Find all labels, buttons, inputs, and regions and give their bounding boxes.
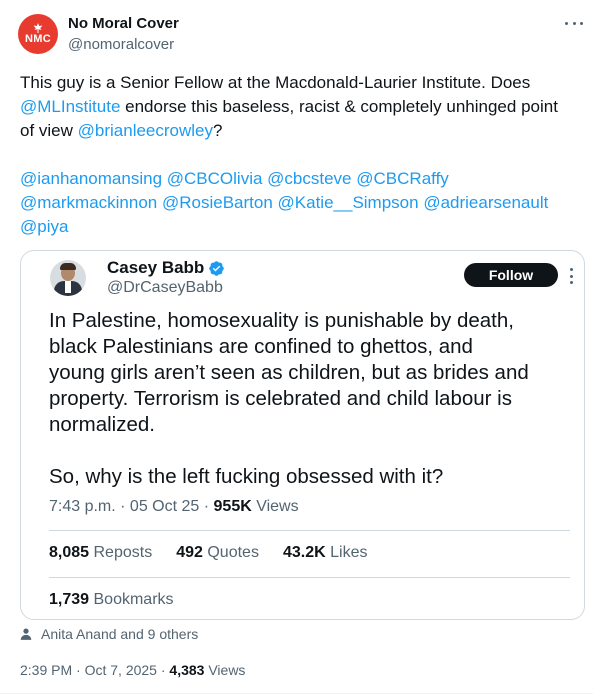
tweet-text: This guy is a Senior Fellow at the Macdo… [20, 71, 585, 239]
divider [49, 530, 570, 531]
post-views-label: Views [204, 662, 246, 678]
author-avatar[interactable]: NMC [18, 14, 58, 54]
quoted-tweet-card[interactable]: Casey Babb @DrCaseyBabb Follow In Palest… [20, 250, 585, 620]
quoted-author-handle[interactable]: @DrCaseyBabb [107, 279, 223, 297]
author-handle[interactable]: @nomoralcover [68, 36, 174, 53]
tweet-line-1: This guy is a Senior Fellow at the Macdo… [20, 73, 531, 92]
avatar-text: NMC [25, 33, 51, 45]
quoted-name-row: Casey Babb [107, 258, 225, 278]
likes-count: 43.2K [282, 544, 326, 561]
quoted-time-text: 7:43 p.m. · 05 Oct 25 · [49, 498, 214, 515]
quoted-author-avatar[interactable] [50, 260, 86, 296]
bookmarks-count: 1,739 [49, 591, 90, 608]
likes-label: Likes [330, 544, 368, 561]
mentions-line-3: @piya [20, 215, 585, 239]
quotes-count: 492 [176, 544, 203, 561]
quotes-label: Quotes [207, 544, 259, 561]
likes-stat[interactable]: 43.2K Likes [283, 544, 368, 562]
mention-link[interactable]: @CBCRaffy [356, 169, 449, 188]
quoted-views-count: 955K [213, 498, 252, 515]
divider [0, 693, 593, 694]
quoted-views-label: Views [251, 498, 299, 515]
author-name[interactable]: No Moral Cover [68, 15, 179, 32]
mention-link[interactable]: @brianleecrowley [78, 121, 213, 140]
tweet-line-2-text: endorse this baseless, racist & complete… [120, 97, 558, 116]
liked-by-row[interactable]: Anita Anand and 9 others [19, 626, 198, 642]
quoted-closing-line: So, why is the left fucking obsessed wit… [49, 465, 444, 488]
more-vertical-icon[interactable] [570, 268, 574, 284]
quoted-line: property. Terrorism is celebrated and ch… [49, 387, 512, 410]
post-timestamp[interactable]: 2:39 PM · Oct 7, 2025 · 4,383 Views [20, 662, 245, 678]
reposts-label: Reposts [93, 544, 153, 561]
mention-link[interactable]: @ianhanomansing [20, 169, 162, 188]
person-icon [20, 628, 32, 640]
quoted-line: In Palestine, homosexuality is punishabl… [49, 309, 514, 332]
bookmarks-stat[interactable]: 1,739 Bookmarks [49, 591, 174, 609]
mention-link[interactable]: @adriearsenault [423, 193, 548, 212]
mentions-line-1: @ianhanomansing @CBCOlivia @cbcsteve @CB… [20, 167, 585, 191]
verified-badge-icon [209, 260, 225, 276]
maple-leaf-icon [33, 23, 43, 33]
quoted-line: young girls aren’t seen as children, but… [49, 361, 529, 384]
mention-link[interactable]: @cbcsteve [267, 169, 351, 188]
follow-button[interactable]: Follow [464, 263, 558, 287]
quoted-author-name[interactable]: Casey Babb [107, 258, 204, 278]
quoted-tweet-text: In Palestine, homosexuality is punishabl… [49, 308, 574, 490]
reposts-count: 8,085 [49, 544, 90, 561]
avatar-shirt [65, 281, 71, 293]
mention-link[interactable]: @CBCOlivia [167, 169, 263, 188]
reposts-stat[interactable]: 8,085 Reposts [49, 544, 152, 562]
avatar-hair [60, 263, 76, 270]
quoted-timestamp[interactable]: 7:43 p.m. · 05 Oct 25 · 955K Views [49, 498, 299, 516]
divider [49, 577, 570, 578]
mention-link[interactable]: @RosieBarton [162, 193, 273, 212]
post-views-count: 4,383 [169, 662, 205, 678]
liked-by-text: Anita Anand and 9 others [41, 626, 199, 642]
post-time-text: 2:39 PM · Oct 7, 2025 · [20, 662, 170, 678]
quoted-line: black Palestinians are confined to ghett… [49, 335, 473, 358]
quotes-stat[interactable]: 492 Quotes [176, 544, 259, 562]
bookmarks-label: Bookmarks [93, 591, 174, 608]
mention-link[interactable]: @piya [20, 217, 68, 236]
tweet-line-3-end: ? [213, 121, 223, 140]
tweet: NMC No Moral Cover @nomoralcover This gu… [0, 0, 593, 698]
quoted-stats-row: 8,085 Reposts 492 Quotes 43.2K Likes [49, 544, 367, 562]
tweet-line-3: of view @brianleecrowley? [20, 119, 585, 143]
mention-link[interactable]: @MLInstitute [20, 97, 120, 116]
tweet-line-2: @MLInstitute endorse this baseless, raci… [20, 95, 585, 119]
tweet-line-3-text: of view [20, 121, 78, 140]
more-horizontal-icon[interactable] [565, 16, 583, 30]
mention-link[interactable]: @Katie__Simpson [278, 193, 419, 212]
quoted-line: normalized. [49, 413, 155, 436]
mentions-line-2: @markmackinnon @RosieBarton @Katie__Simp… [20, 191, 585, 215]
mention-link[interactable]: @markmackinnon [20, 193, 157, 212]
